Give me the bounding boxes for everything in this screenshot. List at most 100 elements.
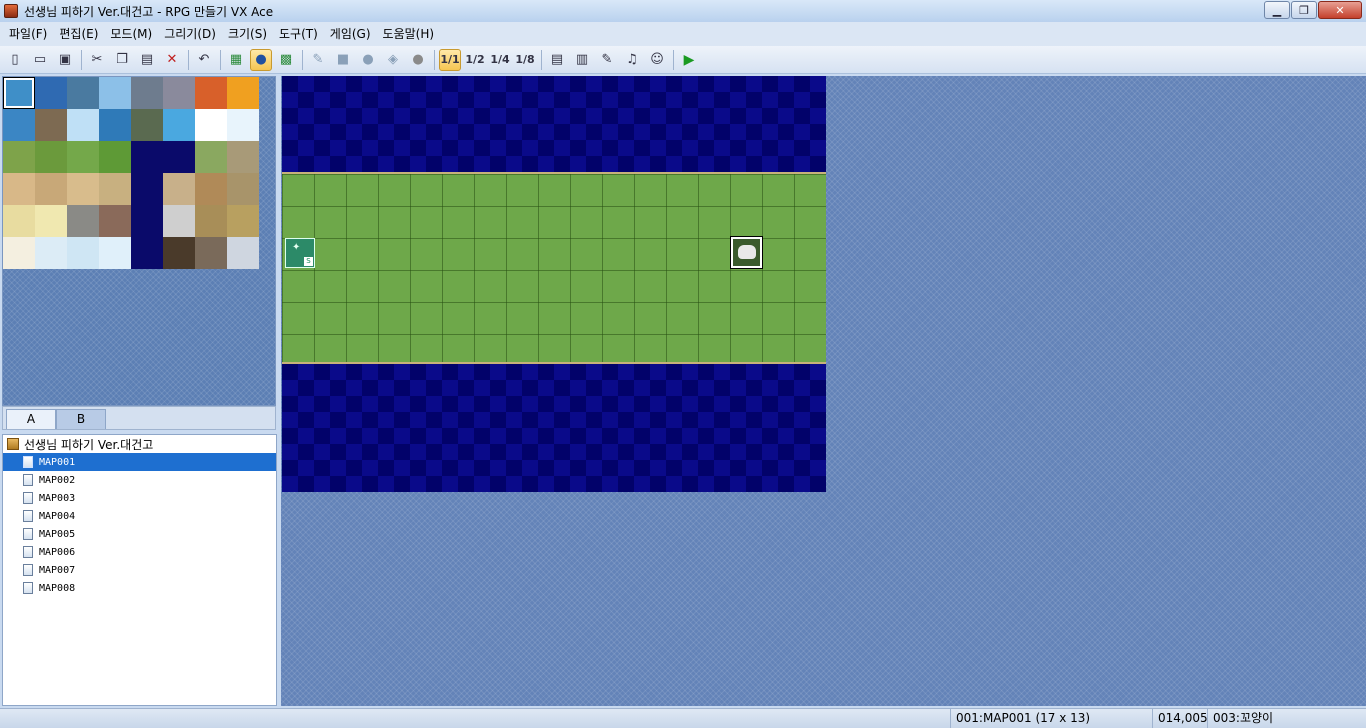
- new-project-icon[interactable]: ▯: [4, 49, 26, 71]
- tileset-tile[interactable]: [99, 109, 131, 141]
- tileset-tile[interactable]: [131, 141, 163, 173]
- menu-mode[interactable]: 모드(M): [104, 24, 158, 44]
- map-tree-item[interactable]: MAP005: [3, 525, 276, 543]
- map-tree-item[interactable]: MAP002: [3, 471, 276, 489]
- tileset-tile[interactable]: [99, 205, 131, 237]
- cat-event[interactable]: [731, 237, 762, 268]
- player-start-event[interactable]: ✦ S: [285, 238, 315, 268]
- region-mode-icon[interactable]: ▩: [275, 49, 297, 71]
- sound-test-icon[interactable]: ♫: [621, 49, 643, 71]
- tileset-tile[interactable]: [99, 237, 131, 269]
- map-grid[interactable]: ✦ S: [282, 76, 826, 492]
- playtest-icon[interactable]: ▶: [678, 49, 700, 71]
- zoom-1-2-button[interactable]: 1/2: [464, 49, 486, 71]
- event-mode-icon[interactable]: ●: [250, 48, 272, 71]
- tileset-tile[interactable]: [67, 205, 99, 237]
- tileset-tile[interactable]: [67, 141, 99, 173]
- save-project-icon[interactable]: ▣: [54, 49, 76, 71]
- map-tree-item[interactable]: MAP001: [3, 453, 276, 471]
- zoom-1-8-button[interactable]: 1/8: [514, 49, 536, 71]
- resource-manager-icon[interactable]: ▥: [571, 49, 593, 71]
- tileset-tile[interactable]: [163, 109, 195, 141]
- tileset-tile[interactable]: [195, 77, 227, 109]
- open-project-icon[interactable]: ▭: [29, 49, 51, 71]
- tileset-tile[interactable]: [195, 141, 227, 173]
- tileset-tile[interactable]: [163, 237, 195, 269]
- tileset-tile[interactable]: [227, 109, 259, 141]
- tree-project-root[interactable]: 선생님 피하기 Ver.대건고: [3, 435, 276, 453]
- map-tree-item[interactable]: MAP004: [3, 507, 276, 525]
- tileset-tile[interactable]: [35, 109, 67, 141]
- tileset-tile[interactable]: [3, 173, 35, 205]
- map-mode-icon[interactable]: ▦: [225, 49, 247, 71]
- tileset-tile[interactable]: [3, 77, 35, 109]
- tileset-tile[interactable]: [99, 77, 131, 109]
- restore-button[interactable]: ❐: [1291, 1, 1317, 19]
- tileset-tile[interactable]: [163, 173, 195, 205]
- menu-tools[interactable]: 도구(T): [273, 24, 324, 44]
- tileset-tile[interactable]: [67, 173, 99, 205]
- tileset-tile[interactable]: [35, 173, 67, 205]
- close-button[interactable]: ✕: [1318, 1, 1362, 19]
- tab-b[interactable]: B: [56, 409, 106, 429]
- grass-field[interactable]: [282, 172, 826, 364]
- tileset-tile[interactable]: [99, 173, 131, 205]
- tileset-tile[interactable]: [35, 237, 67, 269]
- tileset-tile[interactable]: [195, 237, 227, 269]
- tileset-tile[interactable]: [131, 173, 163, 205]
- tileset-tile[interactable]: [35, 205, 67, 237]
- map-tree-item[interactable]: MAP007: [3, 561, 276, 579]
- tileset-tile[interactable]: [99, 141, 131, 173]
- menu-game[interactable]: 게임(G): [324, 24, 377, 44]
- delete-icon[interactable]: ✕: [161, 49, 183, 71]
- undo-icon[interactable]: ↶: [193, 49, 215, 71]
- tab-a[interactable]: A: [6, 409, 56, 429]
- tileset-tile[interactable]: [163, 141, 195, 173]
- menu-draw[interactable]: 그리기(D): [158, 24, 222, 44]
- tileset-tile[interactable]: [227, 237, 259, 269]
- zoom-1-1-button[interactable]: 1/1: [439, 48, 461, 71]
- menu-scale[interactable]: 크기(S): [222, 24, 273, 44]
- fill-icon[interactable]: ◈: [382, 49, 404, 71]
- database-icon[interactable]: ▤: [546, 49, 568, 71]
- tileset-tile[interactable]: [131, 205, 163, 237]
- tileset-tile[interactable]: [3, 205, 35, 237]
- script-editor-icon[interactable]: ✎: [596, 49, 618, 71]
- shadow-pen-icon[interactable]: ●: [407, 49, 429, 71]
- menu-file[interactable]: 파일(F): [3, 24, 53, 44]
- paste-icon[interactable]: ▤: [136, 49, 158, 71]
- ellipse-icon[interactable]: ●: [357, 49, 379, 71]
- tileset-tile[interactable]: [35, 77, 67, 109]
- rectangle-icon[interactable]: ■: [332, 49, 354, 71]
- copy-icon[interactable]: ❐: [111, 49, 133, 71]
- tileset-tile[interactable]: [163, 77, 195, 109]
- tileset-tile[interactable]: [67, 109, 99, 141]
- map-tree-item[interactable]: MAP003: [3, 489, 276, 507]
- minimize-button[interactable]: ▁: [1264, 1, 1290, 19]
- tileset-tile[interactable]: [3, 237, 35, 269]
- tileset-tile[interactable]: [3, 109, 35, 141]
- tileset-tile[interactable]: [163, 205, 195, 237]
- map-tree-item[interactable]: MAP006: [3, 543, 276, 561]
- character-generator-icon[interactable]: ☺: [646, 49, 668, 71]
- zoom-1-4-button[interactable]: 1/4: [489, 49, 511, 71]
- tileset-tile[interactable]: [227, 141, 259, 173]
- tileset-tile[interactable]: [227, 77, 259, 109]
- tileset-tile[interactable]: [227, 173, 259, 205]
- tileset-tile[interactable]: [67, 237, 99, 269]
- tileset-tile[interactable]: [195, 109, 227, 141]
- tileset-tile[interactable]: [195, 173, 227, 205]
- map-tree-item[interactable]: MAP008: [3, 579, 276, 597]
- pencil-icon[interactable]: ✎: [307, 49, 329, 71]
- cut-icon[interactable]: ✂: [86, 49, 108, 71]
- tileset-tile[interactable]: [227, 205, 259, 237]
- tileset-tile[interactable]: [131, 77, 163, 109]
- tileset-tile[interactable]: [3, 141, 35, 173]
- menu-help[interactable]: 도움말(H): [377, 24, 441, 44]
- map-canvas[interactable]: ✦ S: [281, 76, 1366, 706]
- tileset-tile[interactable]: [35, 141, 67, 173]
- tileset-tile[interactable]: [195, 205, 227, 237]
- tileset-tile[interactable]: [131, 237, 163, 269]
- menu-edit[interactable]: 편집(E): [53, 24, 104, 44]
- tileset-tile[interactable]: [131, 109, 163, 141]
